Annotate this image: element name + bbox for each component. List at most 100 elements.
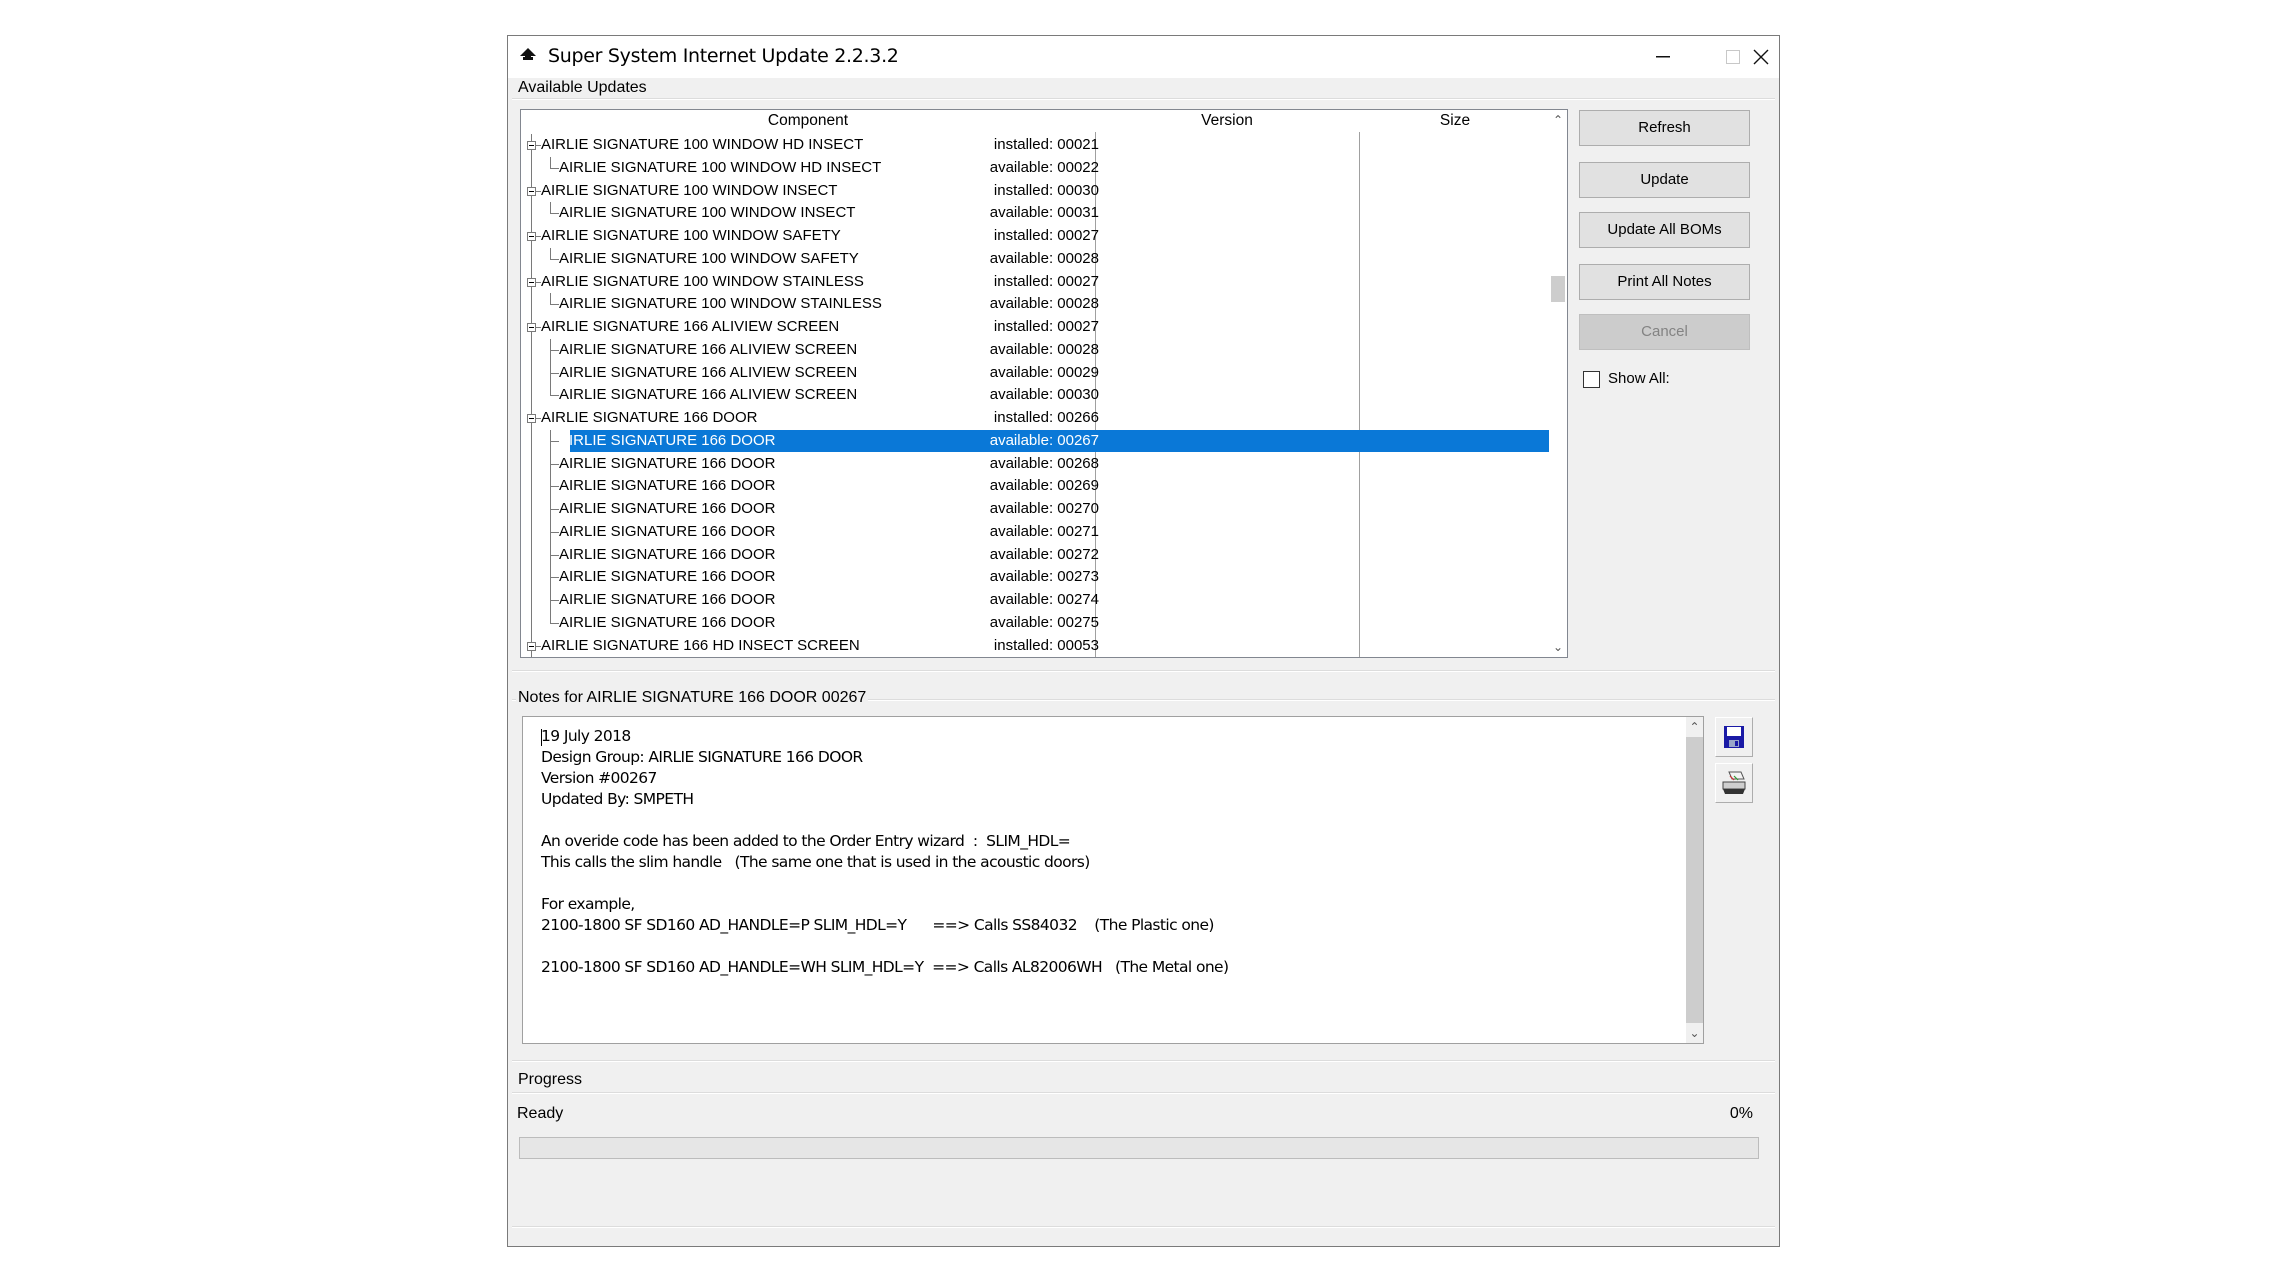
tree-row[interactable]: AIRLIE SIGNATURE 166 ALIVIEW SCREEN avail… <box>521 338 1551 362</box>
tree-row[interactable]: AIRLIE SIGNATURE 100 WINDOW INSECT availa… <box>521 202 1551 226</box>
tree-row[interactable]: AIRLIE SIGNATURE 166 ALIVIEW SCREEN insta… <box>521 316 1551 339</box>
version-value: installed: 00027 <box>993 318 1099 335</box>
tree-row[interactable]: AIRLIE SIGNATURE 166 DOOR available: 0026… <box>521 452 1551 476</box>
version-value: available: 00272 <box>989 545 1099 563</box>
tree-row[interactable]: AIRLIE SIGNATURE 166 DOOR available: 0027… <box>521 543 1551 567</box>
version-value: available: 00269 <box>989 477 1099 495</box>
progress-status: Ready <box>517 1105 564 1122</box>
tree-row[interactable]: AIRLIE SIGNATURE 100 WINDOW HD INSECT ava… <box>521 156 1551 180</box>
app-window: Super System Internet Update 2.2.3.2 Ava… <box>507 35 1780 1247</box>
progress-group-label: Progress <box>516 1071 585 1089</box>
component-name: AIRLIE SIGNATURE 166 ALIVIEW SCREEN <box>541 318 840 335</box>
tree-row[interactable]: AIRLIE SIGNATURE 166 DOOR available: 0026… <box>521 429 1551 453</box>
print-notes-button[interactable] <box>1715 763 1753 803</box>
tree-line <box>531 384 532 408</box>
tree-line <box>531 270 532 278</box>
tree-line <box>550 304 559 306</box>
version-value: installed: 00027 <box>993 272 1099 290</box>
show-all-label[interactable]: Show All: <box>1608 370 1670 387</box>
title-bar[interactable]: Super System Internet Update 2.2.3.2 <box>508 36 1779 78</box>
notes-text[interactable]: 19 July 2018 Design Group: AIRLIE SIGNAT… <box>541 726 1229 978</box>
component-name: AIRLIE SIGNATURE 166 ALIVIEW SCREEN <box>559 386 858 404</box>
collapse-icon[interactable] <box>527 141 536 150</box>
tree-line <box>531 316 532 323</box>
printer-icon <box>1722 771 1746 794</box>
refresh-button[interactable]: Refresh <box>1579 110 1750 146</box>
tree-row[interactable]: AIRLIE SIGNATURE 100 WINDOW HD INSECT ins… <box>521 134 1551 157</box>
tree-line <box>550 463 559 465</box>
column-header-version[interactable]: Version <box>1095 110 1359 132</box>
tree-row[interactable]: AIRLIE SIGNATURE 166 DOOR available: 0027… <box>521 611 1551 635</box>
component-name: AIRLIE SIGNATURE 166 DOOR <box>559 431 776 449</box>
tree-row[interactable]: AIRLIE SIGNATURE 100 WINDOW SAFETY availa… <box>521 247 1551 271</box>
updates-tree-list[interactable]: Component Version Size AIRLIE SIGNATURE … <box>520 109 1568 658</box>
tree-line <box>550 202 551 214</box>
tree-row[interactable]: AIRLIE SIGNATURE 166 DOOR available: 0027… <box>521 589 1551 612</box>
component-name: AIRLIE SIGNATURE 166 ALIVIEW SCREEN <box>559 340 858 358</box>
component-name: AIRLIE SIGNATURE 166 DOOR <box>559 591 776 608</box>
collapse-icon[interactable] <box>527 232 536 241</box>
tree-line <box>531 566 532 590</box>
tree-line <box>531 293 532 317</box>
tree-row[interactable]: AIRLIE SIGNATURE 166 DOOR available: 0027… <box>521 498 1551 521</box>
notes-scrollbar[interactable]: ⌃ ⌄ <box>1686 717 1703 1043</box>
component-name: AIRLIE SIGNATURE 166 DOOR <box>559 454 776 472</box>
version-value: installed: 00021 <box>993 136 1099 153</box>
tree-line <box>550 554 559 556</box>
tree-row[interactable]: AIRLIE SIGNATURE 100 WINDOW INSECT instal… <box>521 179 1551 203</box>
close-button[interactable] <box>1744 36 1778 78</box>
collapse-icon[interactable] <box>527 186 536 196</box>
tree-line <box>550 486 559 488</box>
tree-row[interactable]: AIRLIE SIGNATURE 166 DOOR available: 0027… <box>521 520 1551 544</box>
print-all-notes-button[interactable]: Print All Notes <box>1579 264 1750 300</box>
version-value: available: 00029 <box>989 363 1099 381</box>
tree-line <box>531 247 532 271</box>
collapse-icon[interactable] <box>527 277 536 287</box>
scroll-down-arrow-icon[interactable]: ⌄ <box>1549 637 1567 657</box>
column-header-component[interactable]: Component <box>521 110 1095 132</box>
scroll-up-arrow-icon[interactable]: ⌃ <box>1549 110 1567 130</box>
update-all-boms-button[interactable]: Update All BOMs <box>1579 212 1750 248</box>
scrollbar-thumb[interactable] <box>1686 737 1703 1023</box>
scroll-up-arrow-icon[interactable]: ⌃ <box>1686 717 1703 737</box>
tree-line <box>550 384 551 396</box>
show-all-checkbox[interactable] <box>1583 371 1600 388</box>
group-separator <box>512 1060 1775 1062</box>
tree-line <box>531 498 532 521</box>
tree-line <box>531 475 532 499</box>
progress-percent: 0% <box>1729 1105 1753 1122</box>
tree-row[interactable]: AIRLIE SIGNATURE 100 WINDOW SAFETY instal… <box>521 225 1551 248</box>
column-header-size[interactable]: Size <box>1359 110 1551 132</box>
collapse-icon[interactable] <box>527 414 536 423</box>
tree-row[interactable]: AIRLIE SIGNATURE 100 WINDOW STAINLESS ins… <box>521 270 1551 294</box>
version-value: available: 00273 <box>989 568 1099 586</box>
version-value: installed: 00266 <box>993 409 1099 426</box>
component-name: AIRLIE SIGNATURE 100 WINDOW SAFETY <box>559 249 859 267</box>
tree-row[interactable]: AIRLIE SIGNATURE 166 DOOR available: 0027… <box>521 566 1551 590</box>
tree-row[interactable]: AIRLIE SIGNATURE 166 DOOR available: 0026… <box>521 475 1551 499</box>
tree-line <box>531 589 532 612</box>
collapse-icon[interactable] <box>527 641 536 651</box>
version-value: available: 00271 <box>989 522 1099 540</box>
minimize-button[interactable] <box>1628 36 1698 78</box>
tree-line <box>550 531 559 533</box>
tree-row[interactable]: AIRLIE SIGNATURE 166 ALIVIEW SCREEN avail… <box>521 384 1551 408</box>
component-name: AIRLIE SIGNATURE 100 WINDOW INSECT <box>559 204 856 222</box>
notes-textarea[interactable]: 19 July 2018 Design Group: AIRLIE SIGNAT… <box>522 716 1704 1044</box>
tree-row[interactable]: AIRLIE SIGNATURE 166 DOOR installed: 0026… <box>521 407 1551 430</box>
tree-line <box>531 407 532 414</box>
update-button[interactable]: Update <box>1579 162 1750 198</box>
tree-row[interactable]: AIRLIE SIGNATURE 100 WINDOW STAINLESS ava… <box>521 293 1551 317</box>
tree-line <box>550 156 551 168</box>
scroll-down-arrow-icon[interactable]: ⌄ <box>1686 1023 1703 1043</box>
tree-row[interactable]: AIRLIE SIGNATURE 166 ALIVIEW SCREEN avail… <box>521 361 1551 385</box>
cancel-button[interactable]: Cancel <box>1579 314 1750 350</box>
scrollbar-thumb[interactable] <box>1551 275 1565 302</box>
tree-line <box>531 179 532 187</box>
save-notes-button[interactable] <box>1715 717 1753 757</box>
collapse-icon[interactable] <box>527 323 536 332</box>
list-scrollbar[interactable]: ⌃ ⌄ <box>1549 110 1567 657</box>
tree-row[interactable]: AIRLIE SIGNATURE 166 HD INSECT SCREEN ins… <box>521 634 1551 657</box>
component-name: AIRLIE SIGNATURE 100 WINDOW HD INSECT <box>541 136 864 153</box>
tree-line <box>550 247 551 259</box>
